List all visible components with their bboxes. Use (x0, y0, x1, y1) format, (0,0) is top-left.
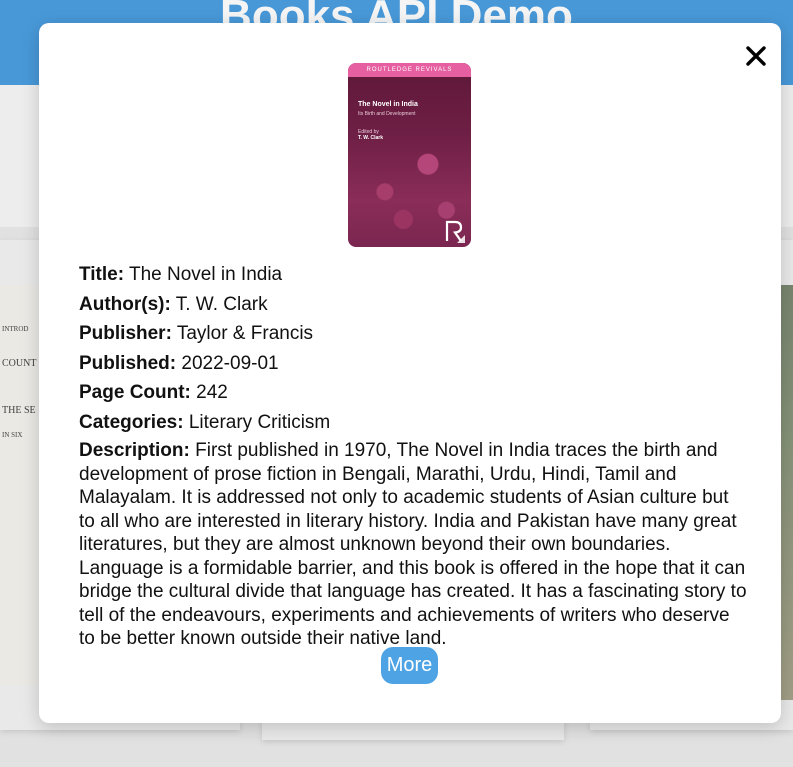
description-label: Description: (79, 440, 190, 461)
published-value: 2022-09-01 (181, 352, 279, 374)
title-row: Title: The Novel in India (79, 260, 749, 290)
publisher-value: Taylor & Francis (176, 323, 314, 344)
cover-editor-name: T. W. Clark (358, 135, 384, 141)
cover-series-band: ROUTLEDGE REVIVALS (348, 63, 471, 77)
authors-label: Author(s): (79, 293, 171, 315)
published-label: Published: (79, 352, 177, 374)
page-count-label: Page Count: (79, 382, 191, 403)
title-label: Title: (79, 264, 125, 285)
description-value: First published in 1970, The Novel in In… (79, 440, 747, 649)
book-details-modal: ROUTLEDGE REVIVALS The Novel in India It… (39, 23, 781, 723)
categories-value: Literary Criticism (188, 411, 331, 433)
page-count-row: Page Count: 242 (79, 378, 749, 408)
publisher-logo-icon (445, 220, 465, 243)
close-icon (746, 46, 766, 66)
book-cover: ROUTLEDGE REVIVALS The Novel in India It… (348, 63, 471, 247)
book-details: Title: The Novel in India Author(s): T. … (79, 260, 749, 651)
published-row: Published: 2022-09-01 (79, 349, 749, 379)
cover-subtitle: Its Birth and Development (358, 111, 416, 117)
more-button[interactable]: More (381, 647, 438, 684)
close-button[interactable] (743, 43, 769, 69)
cover-editor: Edited by T. W. Clark (358, 129, 383, 141)
publisher-row: Publisher: Taylor & Francis (79, 319, 749, 349)
page-count-value: 242 (196, 382, 228, 403)
authors-value: T. W. Clark (175, 293, 268, 315)
publisher-label: Publisher: (79, 323, 172, 344)
title-value: The Novel in India (128, 264, 283, 285)
categories-label: Categories: (79, 411, 184, 433)
description-row: Description: First published in 1970, Th… (79, 439, 749, 651)
authors-row: Author(s): T. W. Clark (79, 290, 749, 320)
categories-row: Categories: Literary Criticism (79, 408, 749, 438)
cover-title: The Novel in India (358, 101, 418, 108)
